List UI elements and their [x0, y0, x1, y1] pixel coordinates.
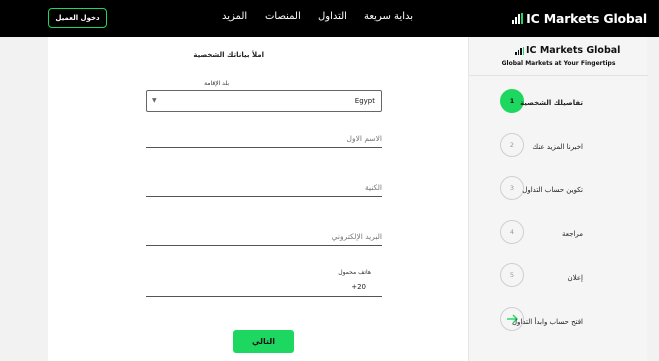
- last-name-field[interactable]: الكنية: [146, 181, 382, 197]
- tagline: Global Markets at Your Fingertips: [501, 60, 616, 67]
- step-3-label: تكوين حساب التداول: [522, 186, 583, 194]
- nav-link-more[interactable]: المزيد: [222, 11, 247, 22]
- panel-brand-logo: IC Markets Global: [515, 45, 620, 56]
- step-4-label: مراجعة: [561, 230, 583, 238]
- personal-details-form: املأ بياناتك الشخصية بلد الإقامة ▼ Egypt…: [48, 37, 468, 361]
- panel-brand-name: IC Markets Global: [526, 45, 621, 56]
- country-value: Egypt: [354, 97, 375, 105]
- bars-logo-icon: [515, 46, 524, 55]
- nav-link-quick-start[interactable]: بداية سريعة: [364, 11, 413, 22]
- brand-name: IC Markets Global: [526, 11, 647, 26]
- step-3-circle: 3: [500, 176, 524, 200]
- last-name-placeholder: الكنية: [364, 183, 382, 192]
- email-placeholder: البريد الإلكتروني: [331, 232, 382, 241]
- first-name-field[interactable]: الاسم الاول: [146, 132, 382, 148]
- step-5-circle: 5: [500, 263, 524, 287]
- nav-link-trading[interactable]: التداول: [318, 11, 347, 22]
- step-4-circle: 4: [500, 220, 524, 244]
- email-field[interactable]: البريد الإلكتروني: [146, 230, 382, 246]
- step-5-label: إعلان: [567, 274, 583, 282]
- form-title: املأ بياناتك الشخصية: [193, 51, 264, 59]
- step-6-label: افتح حساب وابدأ التداول: [511, 318, 583, 326]
- country-select[interactable]: ▼ Egypt: [146, 90, 382, 112]
- step-1-label: تفاصيلك الشخصية: [520, 99, 583, 107]
- brand-logo[interactable]: IC Markets Global: [512, 11, 647, 26]
- country-label: بلد الإقامة: [204, 80, 229, 87]
- client-login-button[interactable]: دخول العميل: [48, 8, 107, 28]
- top-navbar: دخول العميل المزيد المنصات التداول بداية…: [0, 0, 659, 37]
- caret-down-icon: ▼: [152, 97, 157, 104]
- first-name-placeholder: الاسم الاول: [346, 134, 382, 143]
- nav-link-platforms[interactable]: المنصات: [265, 11, 301, 22]
- divider: [469, 75, 648, 76]
- phone-label: هاتف محمول: [338, 269, 371, 276]
- step-2-circle: 2: [500, 133, 524, 157]
- steps-panel: IC Markets Global Global Markets at Your…: [468, 37, 648, 361]
- bars-logo-icon: [512, 13, 524, 24]
- phone-field[interactable]: [146, 281, 382, 297]
- step-2-label: اخبرنا المزيد عنك: [532, 143, 583, 151]
- phone-prefix: +20: [351, 283, 366, 291]
- next-button[interactable]: التالي: [233, 330, 294, 353]
